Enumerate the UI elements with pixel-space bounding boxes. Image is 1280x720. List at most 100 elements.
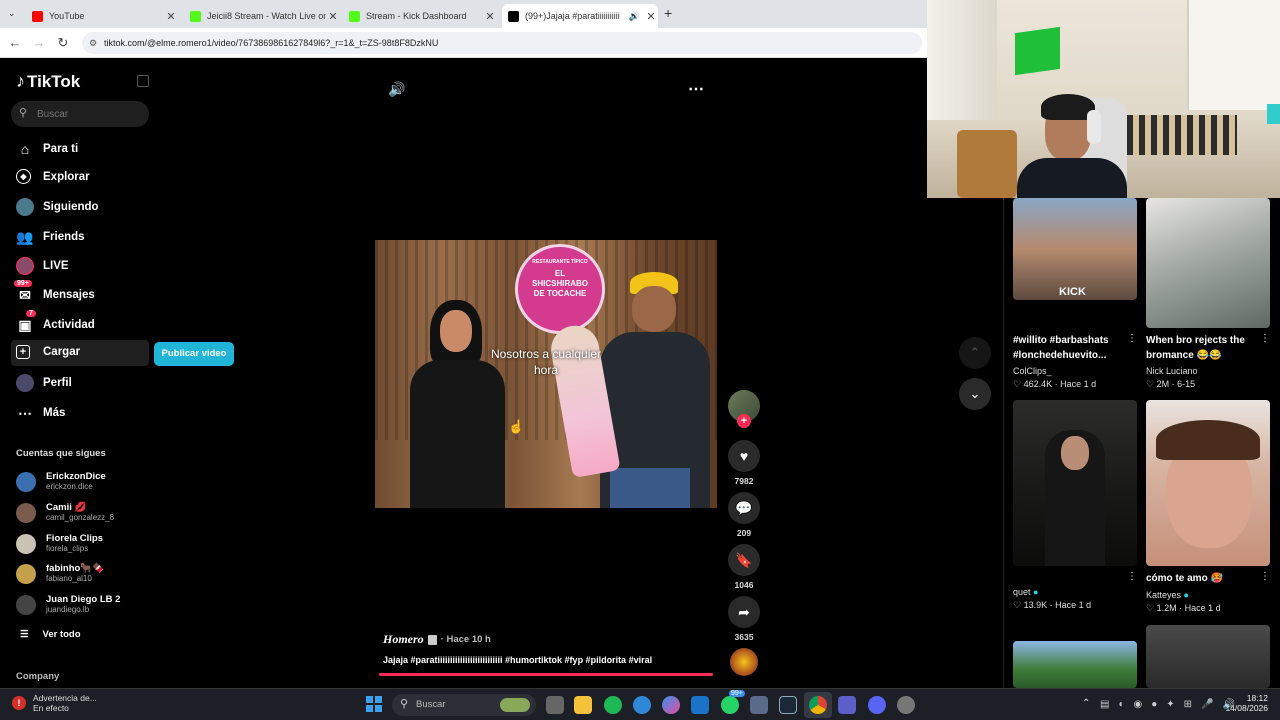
feed-thumbnail[interactable] [1146, 198, 1270, 328]
discord-icon[interactable] [868, 696, 886, 714]
save-button[interactable]: 🔖 [728, 544, 760, 576]
avatar [16, 502, 36, 523]
tiktok-logo[interactable]: ♪ TikTok [16, 71, 80, 92]
tab-kick-dashboard[interactable]: Stream - Kick Dashboard ✕ [343, 4, 497, 28]
feed-title[interactable]: cómo te amo 🥵 [1146, 571, 1256, 586]
close-icon[interactable]: ✕ [644, 10, 658, 23]
following-title: Cuentas que sigues [16, 448, 106, 459]
mail-icon[interactable] [691, 696, 709, 714]
hand-cursor-icon: ☝ [508, 419, 525, 434]
close-icon[interactable]: ✕ [483, 10, 497, 23]
search-input[interactable] [37, 105, 142, 123]
like-button[interactable]: ♥ [728, 440, 760, 472]
nav-label: Más [43, 407, 66, 419]
video-caption[interactable]: Jajaja #paratiiiiiiiiiiiiiiiiiiiiiiiiii … [383, 655, 713, 665]
nav-actividad[interactable]: ▣ 7 Actividad [16, 310, 95, 334]
chrome-icon[interactable] [809, 696, 827, 714]
speaker-icon[interactable]: 🔊 [629, 11, 640, 22]
notification-subtitle: En efecto [33, 703, 69, 713]
feed-more-icon[interactable]: ⋮ [1260, 571, 1270, 582]
taskbar-search[interactable]: ⚲ Buscar [392, 694, 536, 716]
close-icon[interactable]: ✕ [164, 10, 178, 23]
file-explorer-icon[interactable] [574, 696, 592, 714]
feed-more-icon[interactable]: ⋮ [1127, 571, 1137, 582]
next-video-button[interactable]: ⌄ [959, 378, 991, 410]
feed-thumbnail[interactable] [1146, 400, 1270, 566]
see-all-label: Ver todo [42, 629, 81, 640]
more-options-icon[interactable]: ⋯ [688, 79, 704, 99]
publish-video-button[interactable]: Publicar video [154, 342, 234, 366]
nav-explorar[interactable]: ◆ Explorar [16, 169, 90, 184]
new-tab-button[interactable]: + [664, 5, 672, 21]
company-link[interactable]: Company [16, 671, 59, 682]
home-icon: ⌂ [20, 141, 30, 157]
following-item[interactable]: ErickzonDice erickzon.dice [16, 471, 106, 492]
following-item[interactable]: Camii 💋 camil_gonzalezz_8 [16, 502, 114, 523]
copilot-icon[interactable] [662, 696, 680, 714]
search-box[interactable]: ⚲ [11, 101, 149, 127]
tab-search-chevron-icon[interactable]: ⌄ [8, 8, 20, 20]
taskbar-search-placeholder: Buscar [416, 699, 446, 710]
nav-mas[interactable]: ⋯ Más [16, 404, 65, 422]
feed-user[interactable]: quet ● [1013, 587, 1038, 597]
notification-widget[interactable]: ! Advertencia de... En efecto [12, 693, 97, 713]
music-disc-icon[interactable] [730, 648, 758, 676]
whatsapp-icon[interactable]: 99+ [721, 690, 745, 714]
comment-button[interactable]: 💬 [728, 492, 760, 524]
tray-chevron-icon[interactable]: ⌃ [1082, 698, 1090, 709]
video-progress-track[interactable] [379, 673, 713, 676]
spotify-icon[interactable] [604, 696, 622, 714]
edge-icon[interactable] [633, 696, 651, 714]
tab-tiktok[interactable]: (99+)Jajaja #paratiiiiiiiiiii 🔊 ✕ [502, 4, 658, 28]
task-view-icon[interactable] [546, 696, 564, 714]
back-icon[interactable]: ← [6, 34, 24, 52]
avatar [16, 594, 36, 615]
feed-thumbnail[interactable] [1146, 625, 1270, 688]
url-field[interactable]: ⚙ tiktok.com/@elme.romero1/video/7673869… [82, 32, 922, 54]
reload-icon[interactable]: ↻ [54, 34, 72, 52]
notification-title: Advertencia de... [33, 693, 97, 703]
teams-icon[interactable] [838, 696, 856, 714]
message-icon: ✉ 99+ [14, 280, 34, 304]
video-player[interactable]: RESTAURANTE TÍPICO EL SHICSHIRABO DE TOC… [375, 240, 717, 508]
feed-user[interactable]: ColClips_ [1013, 366, 1052, 376]
follow-plus-icon[interactable]: + [737, 414, 751, 428]
see-all-link[interactable]: ☰ Ver todo [20, 629, 81, 640]
feed-title[interactable]: #willito #barbashats #lonchedehuevito... [1013, 333, 1127, 363]
share-button[interactable]: ➦ [728, 596, 760, 628]
store-icon[interactable] [750, 696, 768, 714]
tab-youtube[interactable]: YouTube ✕ [26, 4, 178, 28]
feed-thumbnail[interactable] [1013, 641, 1137, 688]
nav-live[interactable]: LIVE [16, 257, 69, 275]
steam-icon[interactable] [779, 696, 797, 714]
windows-start-icon[interactable] [366, 696, 382, 712]
feed-user[interactable]: Nick Luciano [1146, 366, 1198, 376]
feed-title[interactable]: When bro rejects the bromance 😂😂 [1146, 333, 1256, 363]
following-item[interactable]: fabinho🐂🍫 fabiano_al10 [16, 563, 104, 584]
settings-icon[interactable] [897, 696, 915, 714]
feed-thumbnail[interactable] [1013, 400, 1137, 566]
nav-siguiendo[interactable]: Siguiendo [16, 198, 99, 216]
author-name[interactable]: Homero [383, 632, 424, 647]
nav-mensajes[interactable]: ✉ 99+ Mensajes [14, 280, 95, 304]
clock-date: 14/08/2026 [1225, 703, 1268, 713]
feed-user[interactable]: Katteyes ● [1146, 590, 1189, 600]
following-item[interactable]: Fiorela Clips fiorela_clips [16, 533, 103, 554]
following-item[interactable]: Juan Diego LB 2 juandiego.lb [16, 594, 120, 615]
close-icon[interactable]: ✕ [326, 10, 340, 23]
tab-title: Jeicii8 Stream - Watch Live on K [207, 11, 326, 21]
previous-video-button[interactable]: ⌃ [959, 337, 991, 369]
forward-icon[interactable]: → [30, 34, 48, 52]
collapse-sidebar-icon[interactable] [137, 75, 149, 87]
nav-perfil[interactable]: Perfil [16, 374, 72, 392]
nav-friends[interactable]: 👥 Friends [16, 228, 84, 246]
feed-more-icon[interactable]: ⋮ [1260, 333, 1270, 344]
nav-cargar[interactable]: + Cargar [16, 345, 80, 359]
volume-icon[interactable]: 🔊 [388, 81, 405, 98]
feed-more-icon[interactable]: ⋮ [1127, 333, 1137, 344]
nav-para-ti[interactable]: ⌂ Para ti [16, 140, 78, 158]
site-info-icon[interactable]: ⚙ [89, 32, 97, 54]
clock[interactable]: 18:12 14/08/2026 [1222, 693, 1268, 713]
feed-thumbnail[interactable]: KICK [1013, 198, 1137, 300]
tab-kick-stream[interactable]: Jeicii8 Stream - Watch Live on K ✕ [184, 4, 340, 28]
